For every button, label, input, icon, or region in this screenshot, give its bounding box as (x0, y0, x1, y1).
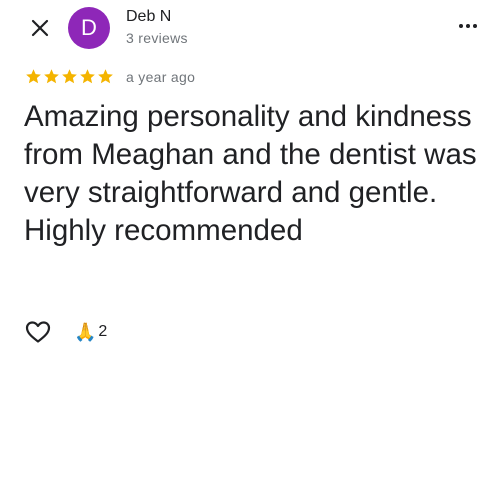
like-button[interactable] (24, 318, 52, 346)
praying-hands-icon: 🙏 (74, 322, 97, 342)
star-icon (26, 69, 41, 84)
heart-outline-icon (25, 321, 51, 343)
star-rating (25, 68, 114, 85)
reaction-count: 2 (98, 323, 108, 340)
review-count: 3 reviews (126, 30, 188, 46)
review-time: a year ago (126, 68, 196, 85)
star-icon (44, 69, 59, 84)
close-icon (31, 19, 49, 37)
review-actions: 🙏 2 (24, 318, 107, 346)
review-text: Amazing personality and kindness from Me… (24, 100, 477, 247)
more-vert-icon-dot (473, 24, 477, 28)
author-name[interactable]: Deb N (126, 8, 171, 26)
more-vert-icon-dot (459, 24, 463, 28)
more-options-button[interactable] (454, 16, 482, 36)
star-icon (98, 69, 113, 84)
rating-row: a year ago (25, 68, 195, 85)
star-icon (80, 69, 95, 84)
avatar-initial: D (81, 15, 97, 40)
reaction-button[interactable]: 🙏 2 (74, 321, 107, 343)
more-vert-icon-dot (466, 24, 470, 28)
avatar[interactable]: D (68, 7, 110, 49)
close-button[interactable] (24, 12, 56, 44)
star-icon (62, 69, 77, 84)
